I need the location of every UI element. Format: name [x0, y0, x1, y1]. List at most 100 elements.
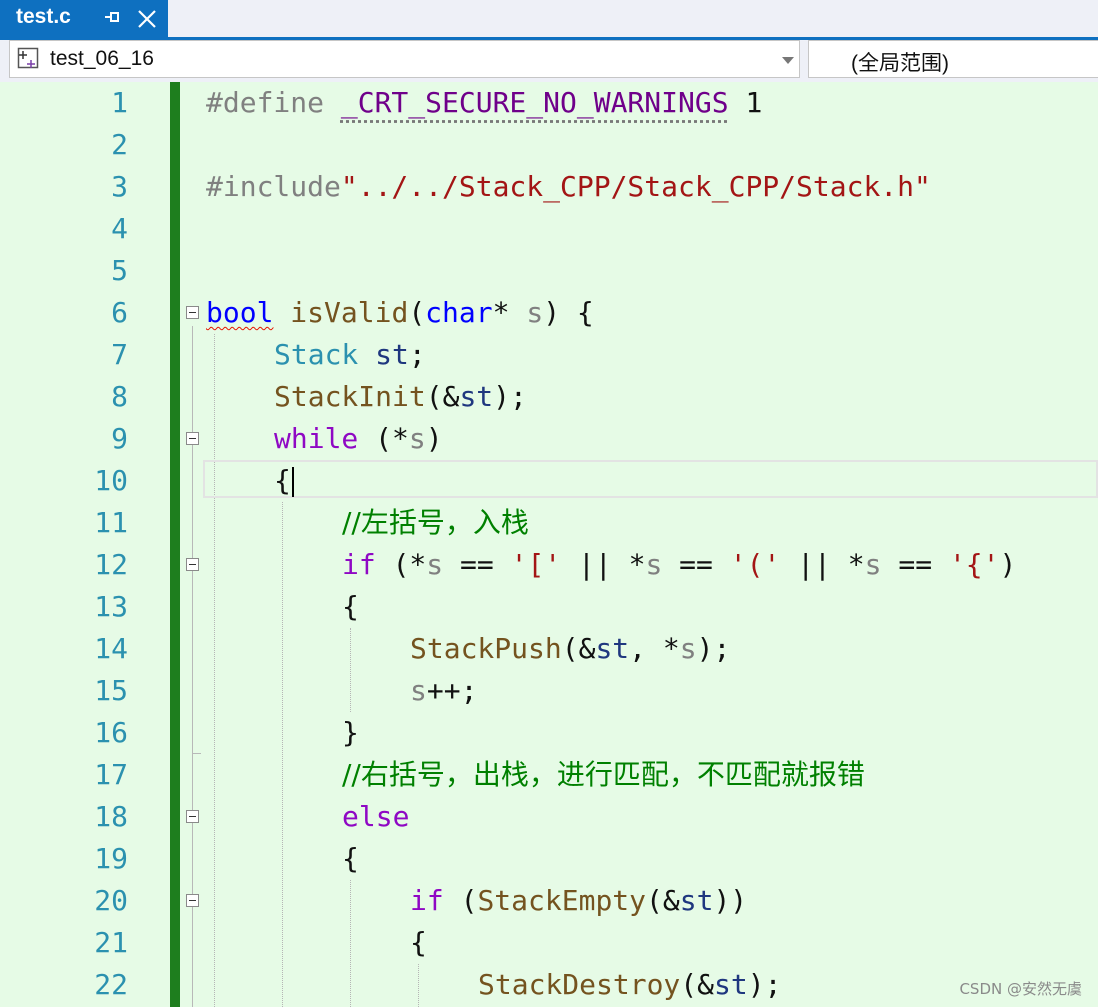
punctuation: );: [493, 380, 527, 413]
parameter: s: [864, 548, 882, 581]
tab-test-c[interactable]: test.c: [0, 0, 168, 37]
line-number: 18: [94, 800, 128, 833]
line-number: 1: [111, 86, 128, 119]
line-number: 15: [94, 674, 128, 707]
line-number: 22: [94, 968, 128, 1001]
operator: ==: [662, 548, 730, 581]
text-caret: [291, 467, 294, 497]
code-line-1: #define _CRT_SECURE_NO_WARNINGS 1: [206, 82, 762, 124]
parameter: s: [679, 632, 697, 665]
punctuation: (&: [561, 632, 596, 665]
punctuation: (: [408, 296, 426, 329]
keyword: bool: [206, 296, 274, 329]
code-line-19: {: [342, 842, 359, 875]
code-line-15: s++;: [410, 670, 477, 712]
indent-guide: [418, 964, 419, 1007]
function-name: StackDestroy: [478, 968, 681, 1001]
collapse-icon[interactable]: [186, 810, 199, 823]
macro-value: 1: [728, 86, 763, 119]
operator: || *: [780, 548, 865, 581]
punctuation: ): [999, 548, 1017, 581]
preprocessor-directive: #include: [206, 170, 341, 203]
line-number: 13: [94, 590, 128, 623]
punctuation: );: [747, 968, 782, 1001]
line-number: 16: [94, 716, 128, 749]
collapse-icon[interactable]: [186, 432, 199, 445]
keyword: if: [410, 884, 444, 917]
function-name: StackInit: [274, 380, 426, 413]
parameter: s: [645, 548, 663, 581]
char-literal: '(': [729, 548, 781, 581]
punctuation: ): [425, 422, 443, 455]
line-number: 7: [111, 338, 128, 371]
scope-name: (全局范围): [851, 52, 949, 75]
code-line-21: {: [410, 926, 427, 959]
variable: st: [714, 968, 748, 1001]
tab-title: test.c: [16, 5, 71, 28]
parameter: s: [426, 548, 444, 581]
indent-guide: [214, 334, 215, 1007]
punctuation: (&: [646, 884, 680, 917]
punctuation: *: [492, 296, 527, 329]
operator: ++;: [426, 674, 478, 707]
pin-icon[interactable]: [102, 7, 122, 27]
chevron-down-icon[interactable]: [782, 57, 794, 64]
watermark: CSDN @安然无虞: [959, 980, 1082, 998]
code-line-8: StackInit(&st);: [274, 376, 527, 418]
parameter: s: [408, 422, 426, 455]
collapse-icon[interactable]: [186, 558, 199, 571]
line-number: 5: [111, 254, 128, 287]
collapse-icon[interactable]: [186, 894, 199, 907]
change-tracking-bar: [170, 82, 180, 1007]
function-name: StackEmpty: [477, 884, 647, 917]
parameter: s: [526, 296, 544, 329]
line-number: 4: [111, 212, 128, 245]
variable: st: [375, 338, 409, 371]
line-number: 6: [111, 296, 128, 329]
punctuation: )): [713, 884, 748, 917]
keyword: if: [342, 548, 376, 581]
punctuation: ) {: [543, 296, 594, 329]
line-number: 3: [111, 170, 128, 203]
function-name: isValid: [290, 296, 409, 329]
keyword: char: [425, 296, 493, 329]
line-number: 14: [94, 632, 128, 665]
tab-bar: test.c: [0, 0, 1098, 37]
collapse-icon[interactable]: [186, 306, 199, 319]
line-number: 21: [94, 926, 128, 959]
code-line-6: bool isValid(char* s) {: [206, 292, 594, 334]
line-number: 10: [94, 464, 128, 497]
parameter: s: [410, 674, 427, 707]
code-line-9: while (*s): [274, 418, 443, 460]
punctuation: );: [696, 632, 731, 665]
line-number-column: 1 2 3 4 5 6 7 8 9 10 11 12 13 14 15 16 1…: [42, 82, 170, 1007]
punctuation: (&: [425, 380, 460, 413]
code-line-20: if (StackEmpty(&st)): [410, 880, 747, 922]
line-number: 19: [94, 842, 128, 875]
close-icon[interactable]: [136, 8, 158, 30]
punctuation: (*: [358, 422, 409, 455]
punctuation: (: [443, 884, 478, 917]
code-line-17: //右括号，出栈，进行匹配，不匹配就报错: [342, 758, 865, 791]
glyph-margin: [0, 82, 42, 1007]
code-line-13: {: [342, 590, 359, 623]
code-line-7: Stack st;: [274, 334, 426, 376]
line-number: 12: [94, 548, 128, 581]
operator: || *: [561, 548, 646, 581]
code-editor[interactable]: 1 2 3 4 5 6 7 8 9 10 11 12 13 14 15 16 1…: [0, 82, 1098, 1007]
project-name: test_06_16: [50, 47, 154, 70]
punctuation: (&: [680, 968, 715, 1001]
code-line-16: }: [342, 716, 359, 749]
code-line-22: StackDestroy(&st);: [478, 964, 781, 1006]
line-number: 20: [94, 884, 128, 917]
variable: st: [459, 380, 494, 413]
navigation-bar: test_06_16 (全局范围): [0, 40, 1098, 82]
include-path: "../../Stack_CPP/Stack_CPP/Stack.h": [340, 170, 931, 203]
line-number: 8: [111, 380, 128, 413]
code-line-11: //左括号，入栈: [342, 506, 529, 539]
preprocessor-directive: #define: [206, 86, 341, 119]
brace: {: [274, 464, 291, 497]
code-line-18: else: [342, 800, 410, 833]
scope-dropdown[interactable]: (全局范围): [808, 40, 1098, 78]
project-dropdown[interactable]: test_06_16: [9, 40, 800, 78]
